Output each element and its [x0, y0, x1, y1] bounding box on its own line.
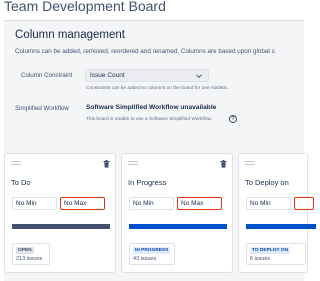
column-status-bar [246, 224, 316, 229]
board-column-in-progress[interactable]: In Progress No Min No Max IN PROGRESS 43… [121, 153, 233, 273]
column-constraint-select[interactable]: Issue Count [85, 69, 209, 82]
drag-handle-icon[interactable] [245, 160, 255, 166]
column-status-bar [129, 224, 227, 229]
column-name: In Progress [128, 178, 167, 187]
max-constraint-input[interactable]: No Max [177, 197, 222, 210]
simplified-workflow-value: Software Simplified Workflow unavailable [86, 104, 217, 111]
section-title: Column management [15, 29, 125, 41]
status-card[interactable]: IN PROGRESS 43 issues [129, 243, 175, 265]
column-name: To Deploy on [245, 178, 289, 187]
column-constraint-label: Column Constraint [21, 72, 73, 79]
min-constraint-input[interactable]: No Min [12, 197, 57, 210]
status-lozenge: IN PROGRESS [133, 247, 171, 254]
simplified-workflow-hint: This board is unable to use a Software S… [86, 117, 213, 122]
min-constraint-input[interactable]: No Min [129, 197, 174, 210]
chevron-down-icon [196, 74, 202, 79]
status-card[interactable]: TO DEPLOY ON 6 issues [246, 243, 306, 265]
min-constraint-input[interactable]: No Min [246, 197, 291, 210]
column-name: To Do [11, 178, 31, 187]
section-description: Columns can be added, removed, reordered… [15, 48, 275, 55]
status-card[interactable]: OPEN 213 issues [12, 243, 50, 265]
column-status-bar [12, 224, 110, 229]
max-constraint-input[interactable] [294, 197, 314, 210]
help-icon[interactable]: ? [229, 115, 237, 123]
issue-count: 6 issues [250, 256, 271, 262]
trash-icon[interactable] [103, 160, 110, 168]
trash-icon[interactable] [220, 160, 227, 168]
drag-handle-icon[interactable] [11, 160, 21, 166]
drag-handle-icon[interactable] [128, 160, 138, 166]
column-constraint-hint: Constraints can be added to columns on t… [86, 86, 229, 91]
issue-count: 43 issues [133, 256, 157, 262]
issue-count: 213 issues [16, 256, 43, 262]
status-lozenge: TO DEPLOY ON [250, 247, 291, 254]
board-title: Team Development Board [4, 0, 166, 14]
status-lozenge: OPEN [16, 247, 34, 254]
column-constraint-value: Issue Count [90, 72, 125, 79]
board-column-todo[interactable]: To Do No Min No Max OPEN 213 issues [4, 153, 116, 273]
board-column-to-deploy[interactable]: To Deploy on No Min TO DEPLOY ON 6 issue… [238, 153, 316, 273]
max-constraint-input[interactable]: No Max [60, 197, 105, 210]
simplified-workflow-label: Simplified Workflow [15, 105, 69, 112]
